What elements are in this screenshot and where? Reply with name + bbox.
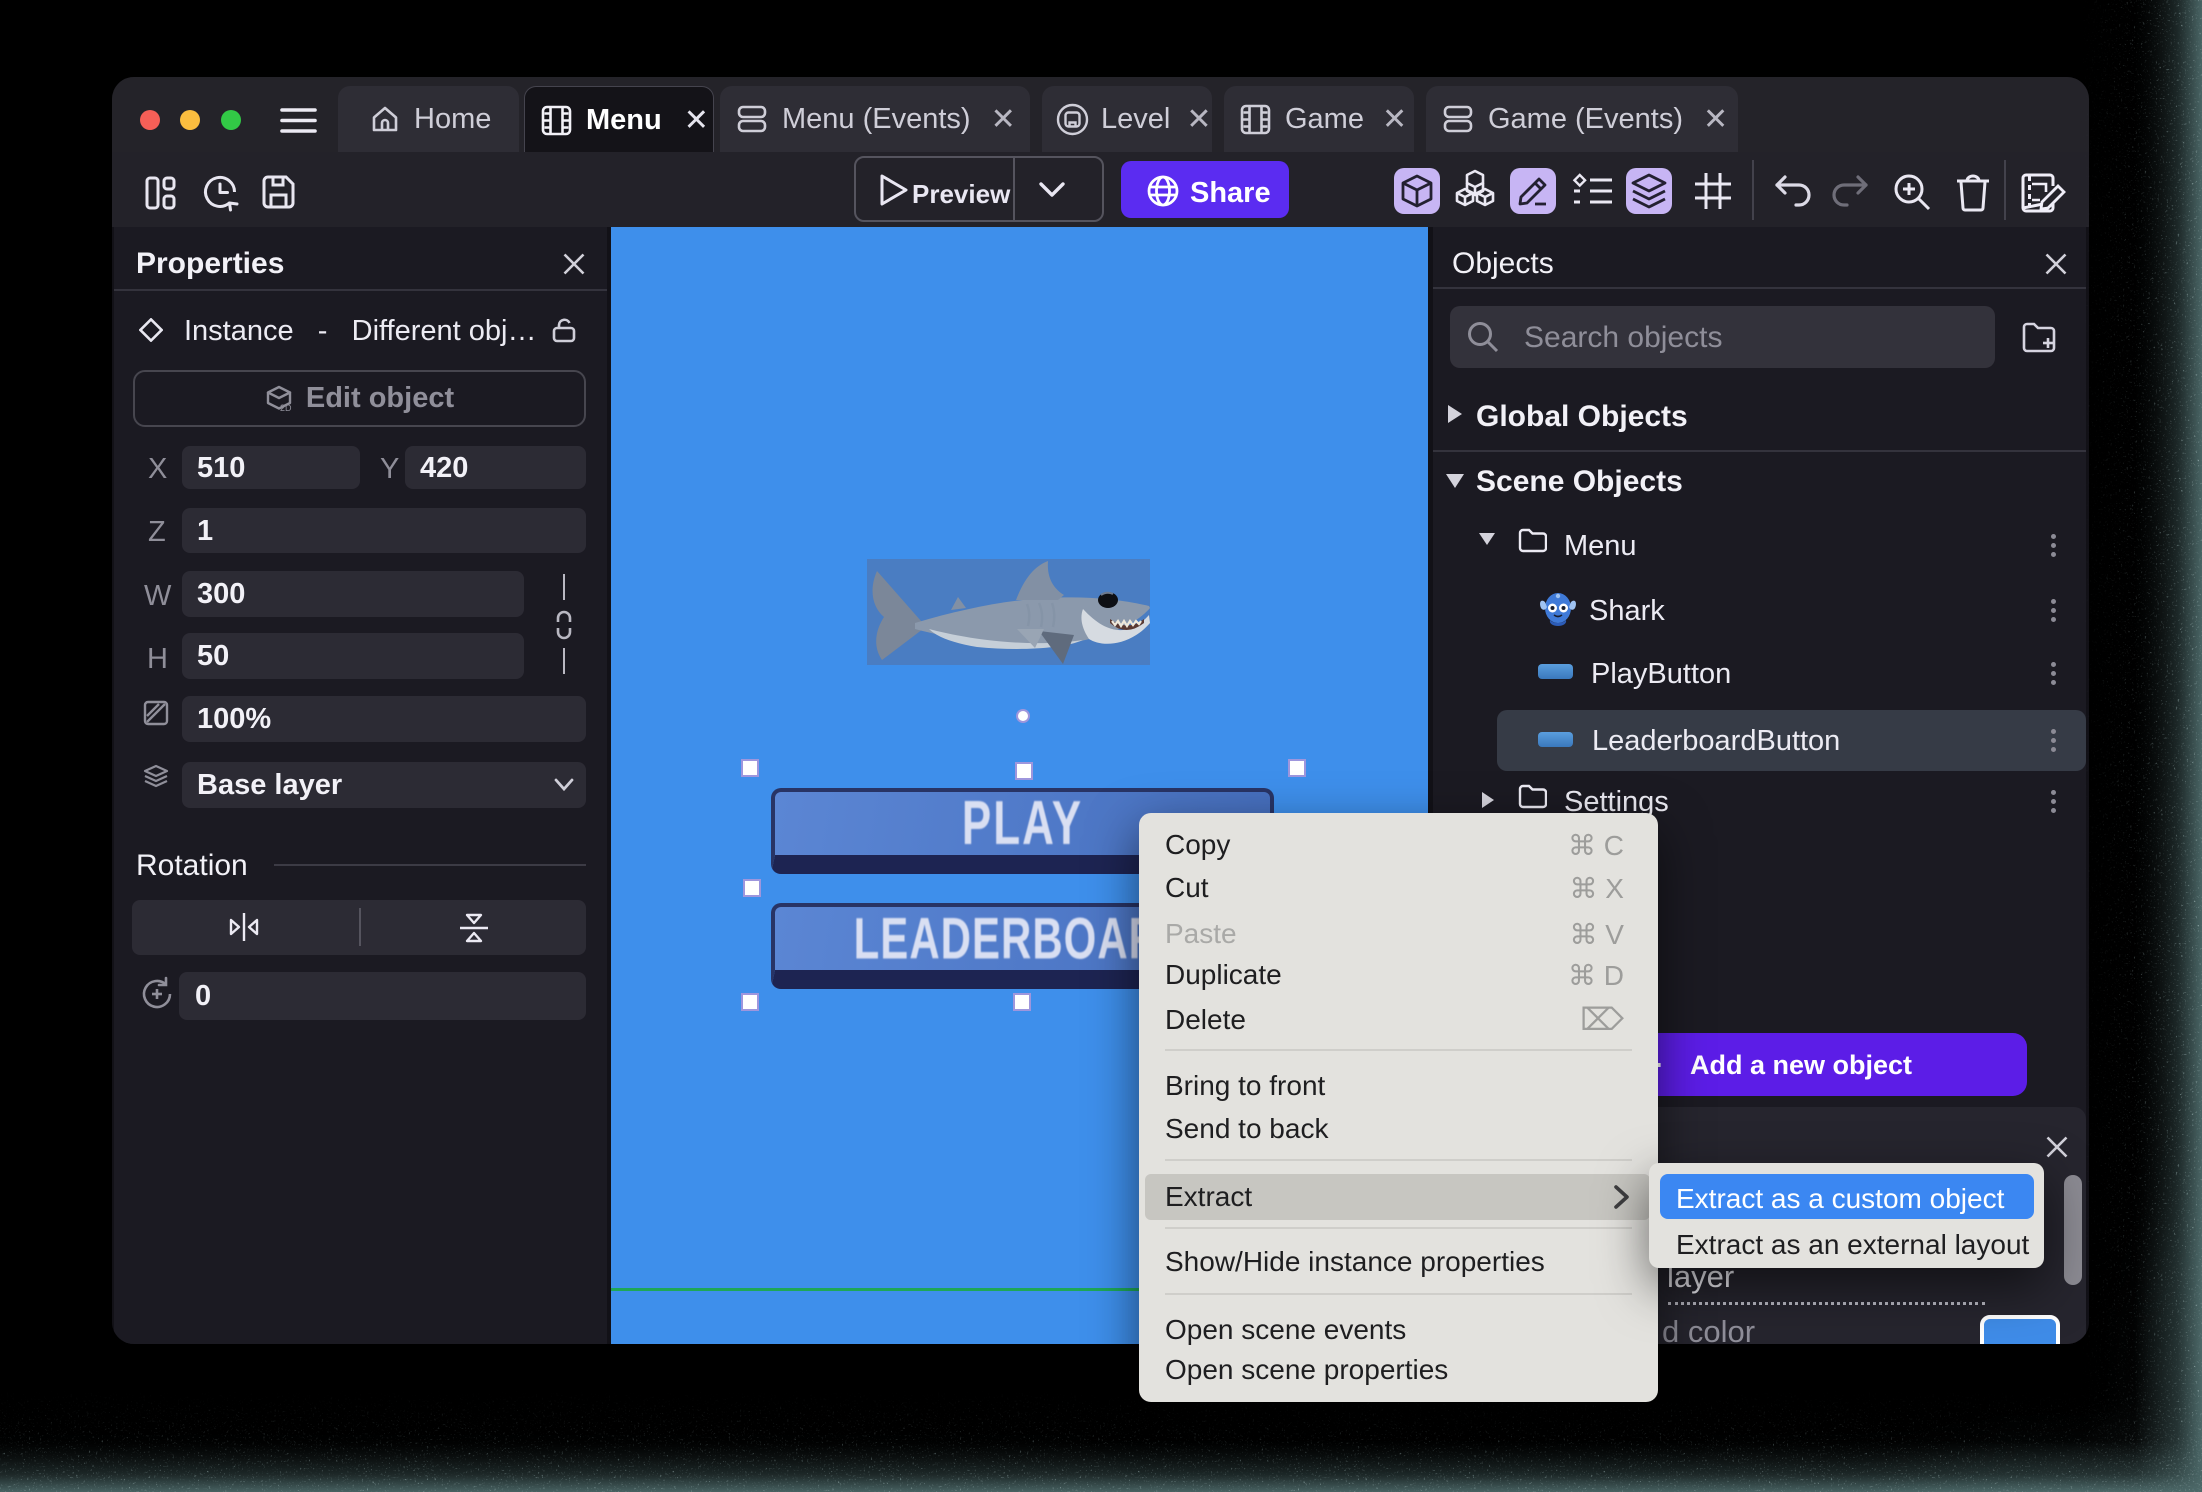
svg-text:2D: 2D <box>280 403 292 413</box>
